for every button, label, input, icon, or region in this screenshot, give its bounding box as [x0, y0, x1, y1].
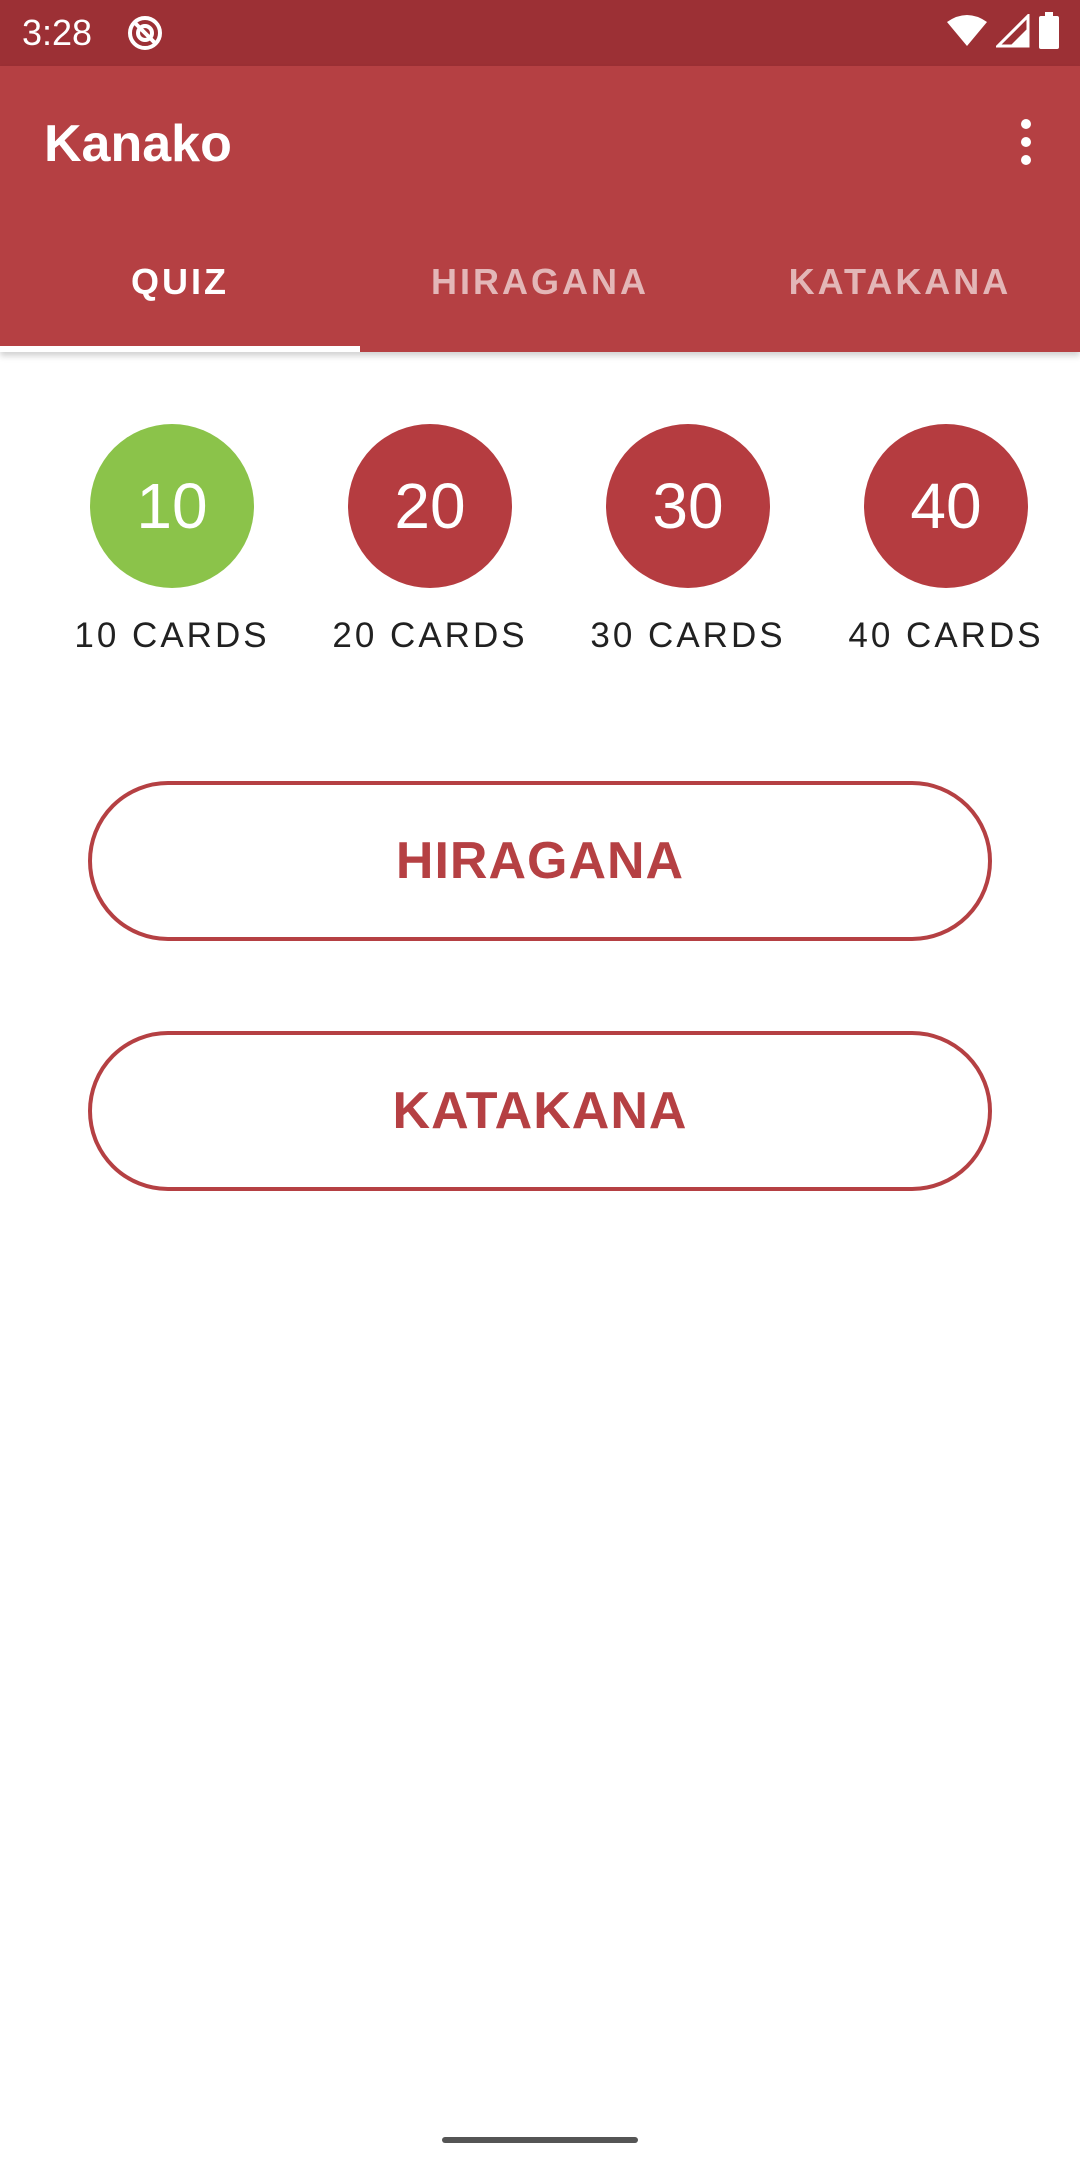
card-count-label: 40 CARDS	[848, 616, 1044, 655]
cellular-signal-icon	[994, 11, 1030, 53]
card-count-label: 30 CARDS	[590, 616, 786, 655]
more-vert-icon[interactable]	[994, 110, 1058, 174]
card-count-circle[interactable]: 10	[90, 424, 254, 588]
tab-quiz[interactable]: QUIZ	[0, 222, 360, 352]
tab-katakana[interactable]: KATAKANA	[720, 222, 1080, 352]
app-bar: Kanako QUIZ HIRAGANA KATAKANA	[0, 66, 1080, 352]
card-count-selector: 10 10 CARDS 20 20 CARDS 30 30 CARDS 40 4…	[0, 424, 1080, 664]
card-option-40[interactable]: 40 40 CARDS	[826, 424, 1066, 656]
card-count-circle[interactable]: 30	[606, 424, 770, 588]
tab-hiragana[interactable]: HIRAGANA	[360, 222, 720, 352]
card-option-10[interactable]: 10 10 CARDS	[52, 424, 292, 656]
status-icons	[946, 11, 1060, 55]
card-option-20[interactable]: 20 20 CARDS	[310, 424, 550, 656]
do-not-disturb-icon	[126, 14, 164, 52]
wifi-icon	[946, 14, 988, 53]
app-title: Kanako	[44, 115, 232, 173]
card-count-label: 10 CARDS	[74, 616, 270, 655]
card-count-label: 20 CARDS	[332, 616, 528, 655]
card-count-circle[interactable]: 40	[864, 424, 1028, 588]
card-count-circle[interactable]: 20	[348, 424, 512, 588]
hiragana-quiz-button[interactable]: HIRAGANA	[88, 781, 992, 941]
tab-bar: QUIZ HIRAGANA KATAKANA	[0, 222, 1080, 352]
status-bar: 3:28	[0, 0, 1080, 66]
card-option-30[interactable]: 30 30 CARDS	[568, 424, 808, 656]
gesture-handle[interactable]	[442, 2137, 638, 2143]
battery-icon	[1038, 11, 1060, 55]
status-time: 3:28	[22, 12, 93, 53]
katakana-quiz-button[interactable]: KATAKANA	[88, 1031, 992, 1191]
